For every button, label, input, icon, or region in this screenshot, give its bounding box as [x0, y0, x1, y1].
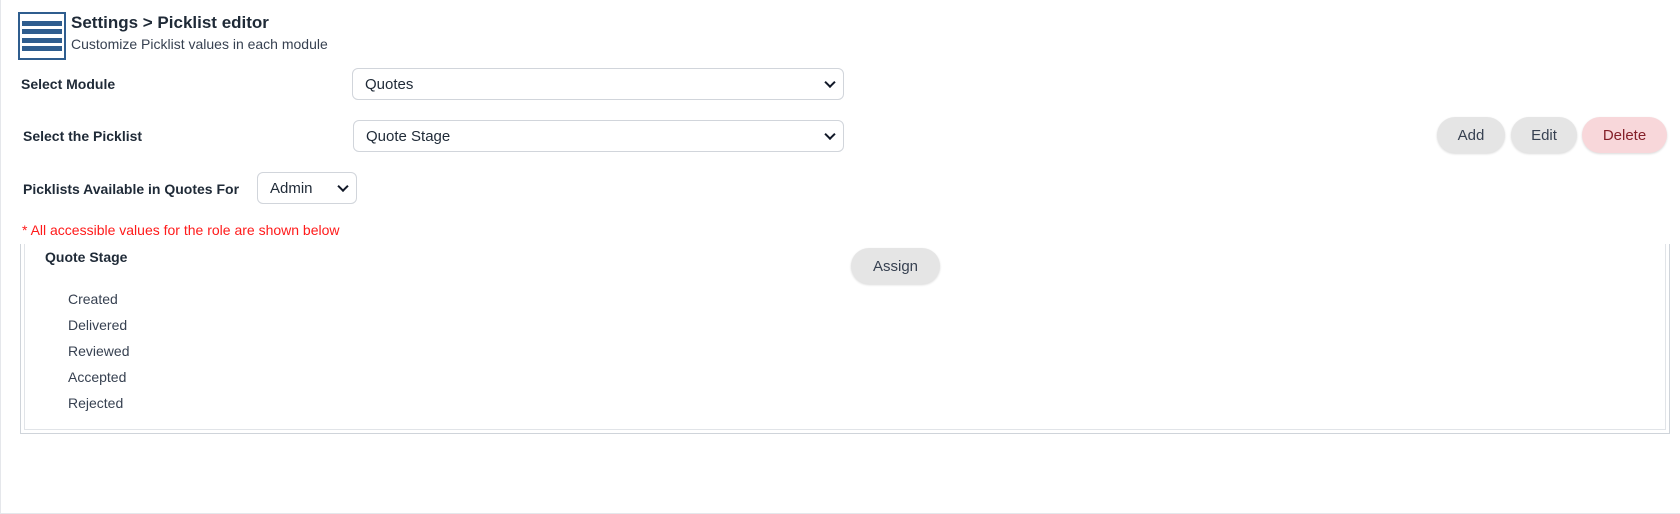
- module-select[interactable]: Quotes: [352, 68, 844, 100]
- header-titles: Settings > Picklist editor Customize Pic…: [71, 12, 328, 53]
- role-values-note: * All accessible values for the role are…: [22, 222, 340, 238]
- list-icon: [18, 12, 66, 60]
- role-select[interactable]: Admin: [257, 172, 357, 204]
- list-item: Reviewed: [68, 343, 130, 359]
- chevron-down-icon: [824, 76, 836, 89]
- panel-inner-border: [24, 244, 1666, 430]
- list-item: Created: [68, 291, 118, 307]
- role-label: Picklists Available in Quotes For: [23, 181, 240, 197]
- select-module-label: Select Module: [21, 76, 116, 92]
- list-item: Delivered: [68, 317, 128, 333]
- picklist-select-value: Quote Stage: [366, 127, 451, 145]
- list-item: Accepted: [68, 369, 127, 385]
- delete-button[interactable]: Delete: [1582, 117, 1667, 153]
- page-subtitle: Customize Picklist values in each module: [71, 36, 328, 52]
- panel-title: Quote Stage: [45, 249, 128, 265]
- picklist-values-list: Created Delivered Reviewed Accepted Reje…: [68, 290, 129, 420]
- picklist-values-panel: [20, 244, 1670, 434]
- chevron-down-icon: [337, 180, 349, 193]
- module-select-value: Quotes: [365, 75, 414, 93]
- select-picklist-label: Select the Picklist: [23, 128, 143, 144]
- page-title: Settings > Picklist editor: [71, 13, 269, 32]
- assign-button[interactable]: Assign: [851, 248, 940, 284]
- picklist-select[interactable]: Quote Stage: [353, 120, 844, 152]
- add-button[interactable]: Add: [1437, 117, 1505, 153]
- role-select-value: Admin: [270, 179, 313, 197]
- page-header: Settings > Picklist editor Customize Pic…: [18, 12, 328, 60]
- edit-button[interactable]: Edit: [1511, 117, 1577, 153]
- chevron-down-icon: [824, 128, 836, 141]
- list-item: Rejected: [68, 395, 124, 411]
